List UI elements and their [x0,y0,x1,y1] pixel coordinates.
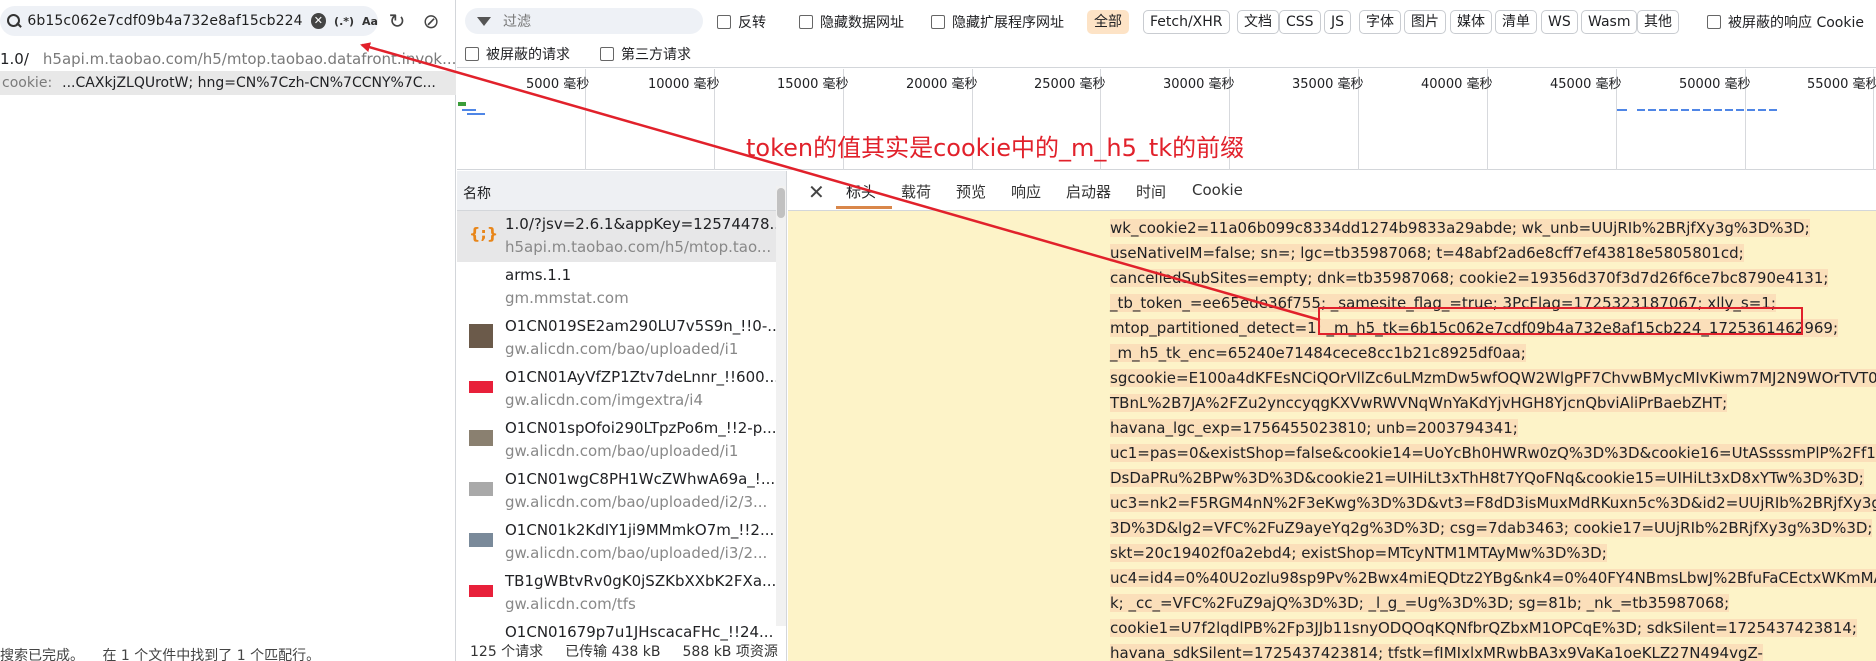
annotation-text: token的值其实是cookie中的_m_h5_tk的前缀 [746,134,1245,162]
annotation-arrow [360,42,1321,322]
devtools-network-panel: 6b15c062e7cdf09b4a732e8af15cb224 ✕ (.*) … [0,0,1876,661]
